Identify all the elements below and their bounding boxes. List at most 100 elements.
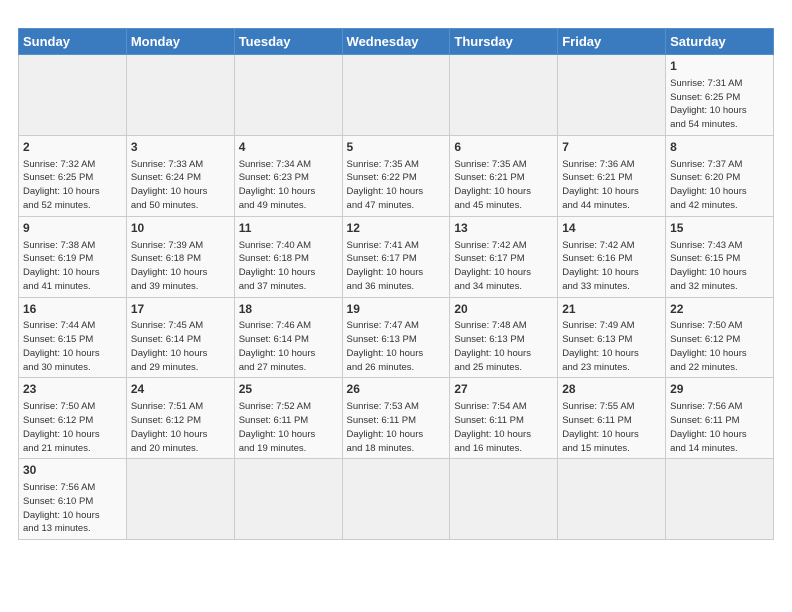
day-number: 5 [347, 139, 446, 156]
day-number: 7 [562, 139, 661, 156]
calendar-weekday-tuesday: Tuesday [234, 29, 342, 55]
day-info: Sunrise: 7:55 AM Sunset: 6:11 PM Dayligh… [562, 400, 661, 455]
calendar-day-cell: 26Sunrise: 7:53 AM Sunset: 6:11 PM Dayli… [342, 378, 450, 459]
day-number: 30 [23, 462, 122, 479]
calendar-day-cell: 21Sunrise: 7:49 AM Sunset: 6:13 PM Dayli… [558, 297, 666, 378]
day-number: 27 [454, 381, 553, 398]
day-info: Sunrise: 7:42 AM Sunset: 6:17 PM Dayligh… [454, 239, 553, 294]
day-number: 24 [131, 381, 230, 398]
calendar-day-cell: 6 Sunrise: 7:35 AM Sunset: 6:21 PM Daylig… [450, 135, 558, 216]
calendar-day-cell: 15 Sunrise: 7:43 AM Sunset: 6:15 PM Dayli… [666, 216, 774, 297]
day-info: Sunrise: 7:43 AM Sunset: 6:15 PM Dayligh… [670, 239, 769, 294]
calendar-day-cell: 22Sunrise: 7:50 AM Sunset: 6:12 PM Dayli… [666, 297, 774, 378]
calendar-week-row: 2 Sunrise: 7:32 AM Sunset: 6:25 PM Daylig… [19, 135, 774, 216]
calendar-day-cell [234, 55, 342, 136]
day-number: 21 [562, 301, 661, 318]
calendar-weekday-thursday: Thursday [450, 29, 558, 55]
calendar-day-cell: 14 Sunrise: 7:42 AM Sunset: 6:16 PM Dayli… [558, 216, 666, 297]
calendar-day-cell [666, 459, 774, 540]
day-number: 8 [670, 139, 769, 156]
day-number: 29 [670, 381, 769, 398]
day-info: Sunrise: 7:36 AM Sunset: 6:21 PM Dayligh… [562, 158, 661, 213]
calendar-day-cell [126, 459, 234, 540]
day-info: Sunrise: 7:50 AM Sunset: 6:12 PM Dayligh… [23, 400, 122, 455]
calendar-day-cell: 11 Sunrise: 7:40 AM Sunset: 6:18 PM Dayli… [234, 216, 342, 297]
day-number: 17 [131, 301, 230, 318]
day-number: 20 [454, 301, 553, 318]
day-number: 11 [239, 220, 338, 237]
day-number: 18 [239, 301, 338, 318]
calendar-week-row: 23 Sunrise: 7:50 AM Sunset: 6:12 PM Dayli… [19, 378, 774, 459]
calendar-day-cell: 4 Sunrise: 7:34 AM Sunset: 6:23 PM Daylig… [234, 135, 342, 216]
day-info: Sunrise: 7:32 AM Sunset: 6:25 PM Dayligh… [23, 158, 122, 213]
calendar-day-cell: 25 Sunrise: 7:52 AM Sunset: 6:11 PM Dayli… [234, 378, 342, 459]
day-number: 10 [131, 220, 230, 237]
calendar-day-cell: 29Sunrise: 7:56 AM Sunset: 6:11 PM Dayli… [666, 378, 774, 459]
calendar-day-cell: 17Sunrise: 7:45 AM Sunset: 6:14 PM Dayli… [126, 297, 234, 378]
calendar-table: SundayMondayTuesdayWednesdayThursdayFrid… [18, 28, 774, 540]
calendar-weekday-saturday: Saturday [666, 29, 774, 55]
calendar-weekday-monday: Monday [126, 29, 234, 55]
day-number: 13 [454, 220, 553, 237]
day-number: 2 [23, 139, 122, 156]
calendar-day-cell [450, 459, 558, 540]
calendar-day-cell: 19Sunrise: 7:47 AM Sunset: 6:13 PM Dayli… [342, 297, 450, 378]
day-info: Sunrise: 7:35 AM Sunset: 6:21 PM Dayligh… [454, 158, 553, 213]
day-info: Sunrise: 7:34 AM Sunset: 6:23 PM Dayligh… [239, 158, 338, 213]
day-number: 4 [239, 139, 338, 156]
calendar-day-cell [558, 459, 666, 540]
calendar-day-cell: 18Sunrise: 7:46 AM Sunset: 6:14 PM Dayli… [234, 297, 342, 378]
calendar-day-cell: 5 Sunrise: 7:35 AM Sunset: 6:22 PM Daylig… [342, 135, 450, 216]
calendar-day-cell: 9 Sunrise: 7:38 AM Sunset: 6:19 PM Daylig… [19, 216, 127, 297]
day-info: Sunrise: 7:35 AM Sunset: 6:22 PM Dayligh… [347, 158, 446, 213]
calendar-day-cell: 30 Sunrise: 7:56 AM Sunset: 6:10 PM Dayli… [19, 459, 127, 540]
day-number: 9 [23, 220, 122, 237]
day-number: 25 [239, 381, 338, 398]
calendar-header-row: SundayMondayTuesdayWednesdayThursdayFrid… [19, 29, 774, 55]
day-info: Sunrise: 7:31 AM Sunset: 6:25 PM Dayligh… [670, 77, 769, 132]
calendar-weekday-friday: Friday [558, 29, 666, 55]
day-number: 1 [670, 58, 769, 75]
day-number: 28 [562, 381, 661, 398]
calendar-day-cell [450, 55, 558, 136]
day-info: Sunrise: 7:52 AM Sunset: 6:11 PM Dayligh… [239, 400, 338, 455]
calendar-day-cell: 1 Sunrise: 7:31 AM Sunset: 6:25 PM Daylig… [666, 55, 774, 136]
calendar-week-row: 16Sunrise: 7:44 AM Sunset: 6:15 PM Dayli… [19, 297, 774, 378]
day-number: 14 [562, 220, 661, 237]
calendar-day-cell: 16Sunrise: 7:44 AM Sunset: 6:15 PM Dayli… [19, 297, 127, 378]
day-info: Sunrise: 7:41 AM Sunset: 6:17 PM Dayligh… [347, 239, 446, 294]
day-info: Sunrise: 7:46 AM Sunset: 6:14 PM Dayligh… [239, 319, 338, 374]
calendar-week-row: 30 Sunrise: 7:56 AM Sunset: 6:10 PM Dayli… [19, 459, 774, 540]
day-number: 19 [347, 301, 446, 318]
calendar-day-cell: 28 Sunrise: 7:55 AM Sunset: 6:11 PM Dayli… [558, 378, 666, 459]
day-info: Sunrise: 7:42 AM Sunset: 6:16 PM Dayligh… [562, 239, 661, 294]
calendar-day-cell: 12 Sunrise: 7:41 AM Sunset: 6:17 PM Dayli… [342, 216, 450, 297]
calendar-day-cell: 7 Sunrise: 7:36 AM Sunset: 6:21 PM Daylig… [558, 135, 666, 216]
day-info: Sunrise: 7:37 AM Sunset: 6:20 PM Dayligh… [670, 158, 769, 213]
day-number: 22 [670, 301, 769, 318]
page: General Blue SundayMondayTuesdayWednesda… [0, 0, 792, 550]
calendar-day-cell [558, 55, 666, 136]
day-info: Sunrise: 7:40 AM Sunset: 6:18 PM Dayligh… [239, 239, 338, 294]
day-info: Sunrise: 7:48 AM Sunset: 6:13 PM Dayligh… [454, 319, 553, 374]
calendar-day-cell [342, 459, 450, 540]
day-number: 12 [347, 220, 446, 237]
calendar-day-cell: 13 Sunrise: 7:42 AM Sunset: 6:17 PM Dayli… [450, 216, 558, 297]
day-info: Sunrise: 7:44 AM Sunset: 6:15 PM Dayligh… [23, 319, 122, 374]
day-info: Sunrise: 7:54 AM Sunset: 6:11 PM Dayligh… [454, 400, 553, 455]
calendar-day-cell: 3 Sunrise: 7:33 AM Sunset: 6:24 PM Daylig… [126, 135, 234, 216]
day-info: Sunrise: 7:39 AM Sunset: 6:18 PM Dayligh… [131, 239, 230, 294]
calendar-weekday-wednesday: Wednesday [342, 29, 450, 55]
day-info: Sunrise: 7:33 AM Sunset: 6:24 PM Dayligh… [131, 158, 230, 213]
day-number: 6 [454, 139, 553, 156]
day-number: 23 [23, 381, 122, 398]
day-info: Sunrise: 7:45 AM Sunset: 6:14 PM Dayligh… [131, 319, 230, 374]
day-number: 16 [23, 301, 122, 318]
day-info: Sunrise: 7:38 AM Sunset: 6:19 PM Dayligh… [23, 239, 122, 294]
day-info: Sunrise: 7:56 AM Sunset: 6:10 PM Dayligh… [23, 481, 122, 536]
day-number: 15 [670, 220, 769, 237]
day-info: Sunrise: 7:53 AM Sunset: 6:11 PM Dayligh… [347, 400, 446, 455]
day-info: Sunrise: 7:47 AM Sunset: 6:13 PM Dayligh… [347, 319, 446, 374]
calendar-day-cell: 27 Sunrise: 7:54 AM Sunset: 6:11 PM Dayli… [450, 378, 558, 459]
day-number: 3 [131, 139, 230, 156]
